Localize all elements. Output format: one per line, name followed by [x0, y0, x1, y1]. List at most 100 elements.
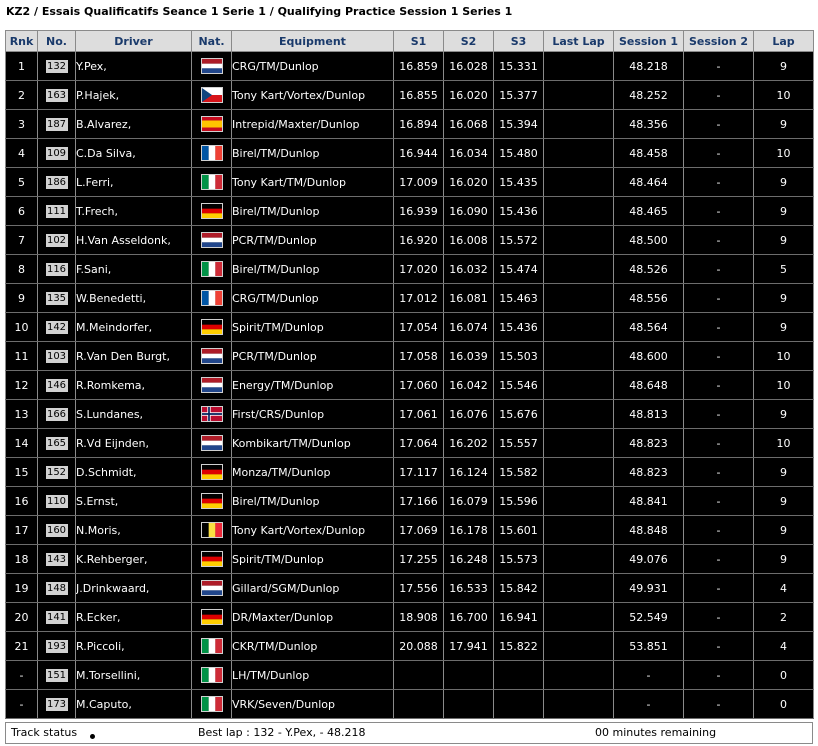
equipment-cell: DR/Maxter/Dunlop: [231, 602, 394, 632]
driver-cell: R.Van Den Burgt,: [75, 341, 192, 371]
kart-number-cell: 102: [37, 225, 76, 255]
table-row[interactable]: 7 102 H.Van Asseldonk, PCR/TM/Dunlop 16.920 1…: [5, 225, 814, 255]
session-1-cell: -: [613, 689, 684, 719]
kart-number-cell: 193: [37, 631, 76, 661]
nationality-cell: [191, 196, 232, 226]
table-row[interactable]: 1 132 Y.Pex, CRG/TM/Dunlop 16.859 16.028 15.33…: [5, 51, 814, 81]
session-2-cell: -: [683, 167, 754, 197]
table-row[interactable]: 6 111 T.Frech, Birel/TM/Dunlop 16.939 16.090 1…: [5, 196, 814, 226]
last-lap-cell: [543, 109, 614, 139]
kart-number-cell: 109: [37, 138, 76, 168]
sector-3-cell: 15.435: [493, 167, 544, 197]
table-row[interactable]: 12 146 R.Romkema, Energy/TM/Dunlop 17.060 16.…: [5, 370, 814, 400]
table-row[interactable]: 2 163 P.Hajek, Tony Kart/Vortex/Dunlop 16.85…: [5, 80, 814, 110]
driver-cell: R.Romkema,: [75, 370, 192, 400]
nationality-cell: [191, 51, 232, 81]
col-header-equipment[interactable]: Equipment: [231, 30, 394, 52]
table-row[interactable]: 14 165 R.Vd Eijnden, Kombikart/TM/Dunlop 17.…: [5, 428, 814, 458]
session-1-cell: 48.841: [613, 486, 684, 516]
sector-2-cell: 16.248: [443, 544, 494, 574]
sector-2-cell: 16.700: [443, 602, 494, 632]
rank-cell: 4: [5, 138, 38, 168]
session-1-cell: 48.458: [613, 138, 684, 168]
col-header-nat[interactable]: Nat.: [191, 30, 232, 52]
col-header-s2[interactable]: S2: [443, 30, 494, 52]
nationality-cell: [191, 109, 232, 139]
col-header-session-2[interactable]: Session 2: [683, 30, 754, 52]
driver-cell: K.Rehberger,: [75, 544, 192, 574]
rank-cell: 1: [5, 51, 38, 81]
sector-3-cell: [493, 660, 544, 690]
lap-count-cell: 10: [753, 80, 814, 110]
rank-cell: 2: [5, 80, 38, 110]
sector-2-cell: 16.028: [443, 51, 494, 81]
sector-2-cell: 16.032: [443, 254, 494, 284]
session-1-cell: 48.526: [613, 254, 684, 284]
col-header-no[interactable]: No.: [37, 30, 76, 52]
driver-cell: M.Torsellini,: [75, 660, 192, 690]
flag-icon: [200, 319, 223, 335]
col-header-s1[interactable]: S1: [393, 30, 444, 52]
col-header-s3[interactable]: S3: [493, 30, 544, 52]
sector-2-cell: 16.079: [443, 486, 494, 516]
kart-number-cell: 148: [37, 573, 76, 603]
session-1-cell: 48.813: [613, 399, 684, 429]
table-row[interactable]: 16 110 S.Ernst, Birel/TM/Dunlop 17.166 16.079…: [5, 486, 814, 516]
rank-cell: 14: [5, 428, 38, 458]
lap-count-cell: 2: [753, 602, 814, 632]
table-row[interactable]: 18 143 K.Rehberger, Spirit/TM/Dunlop 17.255 1…: [5, 544, 814, 574]
table-row[interactable]: 3 187 B.Alvarez, Intrepid/Maxter/Dunlop 16.8…: [5, 109, 814, 139]
kart-number-cell: 160: [37, 515, 76, 545]
table-row[interactable]: 21 193 R.Piccoli, CKR/TM/Dunlop 20.088 17.941…: [5, 631, 814, 661]
col-header-rnk[interactable]: Rnk: [5, 30, 38, 52]
table-row[interactable]: 17 160 N.Moris, Tony Kart/Vortex/Dunlop 17.0…: [5, 515, 814, 545]
kart-number-badge: 160: [45, 524, 68, 537]
driver-cell: R.Vd Eijnden,: [75, 428, 192, 458]
track-status-label: Track status: [11, 726, 78, 739]
flag-icon: [200, 493, 223, 509]
table-row[interactable]: 5 186 L.Ferri, Tony Kart/TM/Dunlop 17.009 16.…: [5, 167, 814, 197]
equipment-cell: PCR/TM/Dunlop: [231, 341, 394, 371]
sector-3-cell: 15.394: [493, 109, 544, 139]
rank-cell: 8: [5, 254, 38, 284]
sector-3-cell: 16.941: [493, 602, 544, 632]
table-row[interactable]: -151 M.Torsellini, LH/TM/Dunlop - -0: [5, 660, 814, 690]
kart-number-badge: 166: [45, 408, 68, 421]
rank-cell: 12: [5, 370, 38, 400]
sector-3-cell: 15.601: [493, 515, 544, 545]
table-row[interactable]: 11 103 R.Van Den Burgt, PCR/TM/Dunlop 17.058…: [5, 341, 814, 371]
kart-number-badge: 186: [45, 176, 68, 189]
table-row[interactable]: 13 166 S.Lundanes, First/CRS/Dunlop 17.061 16…: [5, 399, 814, 429]
lap-count-cell: 9: [753, 457, 814, 487]
last-lap-cell: [543, 341, 614, 371]
table-row[interactable]: 4 109 C.Da Silva, Birel/TM/Dunlop 16.944 16.0…: [5, 138, 814, 168]
table-row[interactable]: 19 148 J.Drinkwaard, Gillard/SGM/Dunlop 17.5…: [5, 573, 814, 603]
nationality-cell: [191, 486, 232, 516]
sector-1-cell: 16.894: [393, 109, 444, 139]
flag-icon: [200, 435, 223, 451]
sector-2-cell: 16.008: [443, 225, 494, 255]
equipment-cell: Tony Kart/TM/Dunlop: [231, 167, 394, 197]
table-row[interactable]: 10 142 M.Meindorfer, Spirit/TM/Dunlop 17.054…: [5, 312, 814, 342]
session-2-cell: -: [683, 254, 754, 284]
kart-number-cell: 163: [37, 80, 76, 110]
table-row[interactable]: 9 135 W.Benedetti, CRG/TM/Dunlop 17.012 16.08…: [5, 283, 814, 313]
table-row[interactable]: -173 M.Caputo, VRK/Seven/Dunlop - -0: [5, 689, 814, 719]
driver-cell: L.Ferri,: [75, 167, 192, 197]
col-header-session-1[interactable]: Session 1: [613, 30, 684, 52]
table-row[interactable]: 20 141 R.Ecker, DR/Maxter/Dunlop 18.908 16.70…: [5, 602, 814, 632]
sector-3-cell: 15.596: [493, 486, 544, 516]
col-header-driver[interactable]: Driver: [75, 30, 192, 52]
sector-1-cell: 18.908: [393, 602, 444, 632]
driver-cell: R.Piccoli,: [75, 631, 192, 661]
rank-cell: 9: [5, 283, 38, 313]
col-header-last-lap[interactable]: Last Lap: [543, 30, 614, 52]
nationality-cell: [191, 602, 232, 632]
kart-number-cell: 132: [37, 51, 76, 81]
flag-icon: [200, 58, 223, 74]
table-row[interactable]: 15 152 D.Schmidt, Monza/TM/Dunlop 17.117 16.1…: [5, 457, 814, 487]
sector-1-cell: 17.064: [393, 428, 444, 458]
col-header-lap[interactable]: Lap: [753, 30, 814, 52]
sector-1-cell: 17.054: [393, 312, 444, 342]
table-row[interactable]: 8 116 F.Sani, Birel/TM/Dunlop 17.020 16.032 15…: [5, 254, 814, 284]
